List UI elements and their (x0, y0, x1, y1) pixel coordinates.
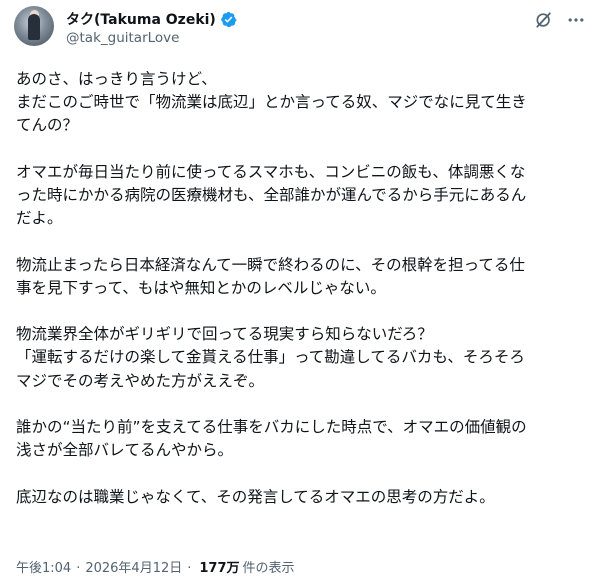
post-line: った時にかかる病院の医療機材も、全部誰かが運んでるから手元にあるん (16, 186, 527, 204)
grok-icon[interactable] (534, 10, 554, 30)
post-time[interactable]: 午後1:04 (16, 557, 71, 576)
post-text: あのさ、はっきり言うけど、 まだこのご時世で「物流業は底辺」とか言ってる奴、マジ… (16, 68, 582, 532)
view-count: 177万 (199, 561, 240, 576)
post-paragraph: オマエが毎日当たり前に使ってるスマホも、コンビニの飯も、体調悪くな った時にかか… (16, 161, 582, 231)
author-name-row: タク(Takuma Ozeki) (66, 9, 237, 29)
post-line: マジでその考えやめた方がええぞ。 (16, 371, 265, 390)
post-line: てんの？ (16, 116, 79, 135)
post-paragraph: 物流業界全体がギリギリで回ってる現実すら知らないだろ？ 「運転するだけの楽して金… (16, 323, 582, 393)
post-line: オマエが毎日当たり前に使ってるスマホも、コンビニの飯も、体調悪くな (16, 162, 526, 181)
post-line: 浅さが全部バレてるんやから。 (16, 441, 234, 460)
meta-separator: · (76, 561, 81, 576)
avatar[interactable] (14, 6, 54, 46)
post-paragraph: あのさ、はっきり言うけど、 まだこのご時世で「物流業は底辺」とか言ってる奴、マジ… (16, 68, 582, 138)
post-meta: 午後1:04 · 2026年4月12日 · 177万 件の表示 (16, 557, 295, 576)
post-paragraph: 誰かの“当たり前”を支えてる仕事をバカにした時点で、オマエの価値観の 浅さが全部… (16, 416, 582, 462)
post-line: 物流止まったら日本経済なんて一瞬で終わるのに、その根幹を担ってる仕 (16, 255, 525, 274)
verified-badge-icon (221, 11, 237, 27)
post-line: 誰かの“当たり前”を支えてる仕事をバカにした時点で、オマエの価値観の (16, 417, 527, 436)
post-date[interactable]: 2026年4月12日 (85, 557, 182, 576)
post-header: タク(Takuma Ozeki) @tak_guitarLove (14, 6, 588, 50)
author-display-name[interactable]: タク(Takuma Ozeki) (66, 9, 216, 29)
post-paragraph: 底辺なのは職業じゃなくて、その発言してるオマエの思考の方だよ。 (16, 486, 582, 509)
post-line: 底辺なのは職業じゃなくて、その発言してるオマエの思考の方だよ。 (16, 487, 495, 506)
meta-separator: · (187, 561, 192, 576)
post-line: 「運転するだけの楽して金貰える仕事」って勘違してるバカも、そろそろ (16, 348, 525, 367)
post-paragraph: 物流止まったら日本経済なんて一瞬で終わるのに、その根幹を担ってる仕 事を見下すっ… (16, 254, 582, 300)
post-line: まだこのご時世で「物流業は底辺」とか言ってる奴、マジでなに見て生き (16, 93, 527, 112)
post-line: だよ。 (16, 209, 63, 228)
view-count-label: 件の表示 (242, 561, 295, 576)
post-line: 事を見下すって、もはや無知とかのレベルじゃない。 (16, 278, 386, 297)
author-handle[interactable]: @tak_guitarLove (66, 30, 179, 46)
post-line: 物流業界全体がギリギリで回ってる現実すら知らないだろ？ (16, 325, 433, 344)
more-icon[interactable] (566, 10, 586, 30)
post-line: あのさ、はっきり言うけど、 (16, 70, 217, 88)
